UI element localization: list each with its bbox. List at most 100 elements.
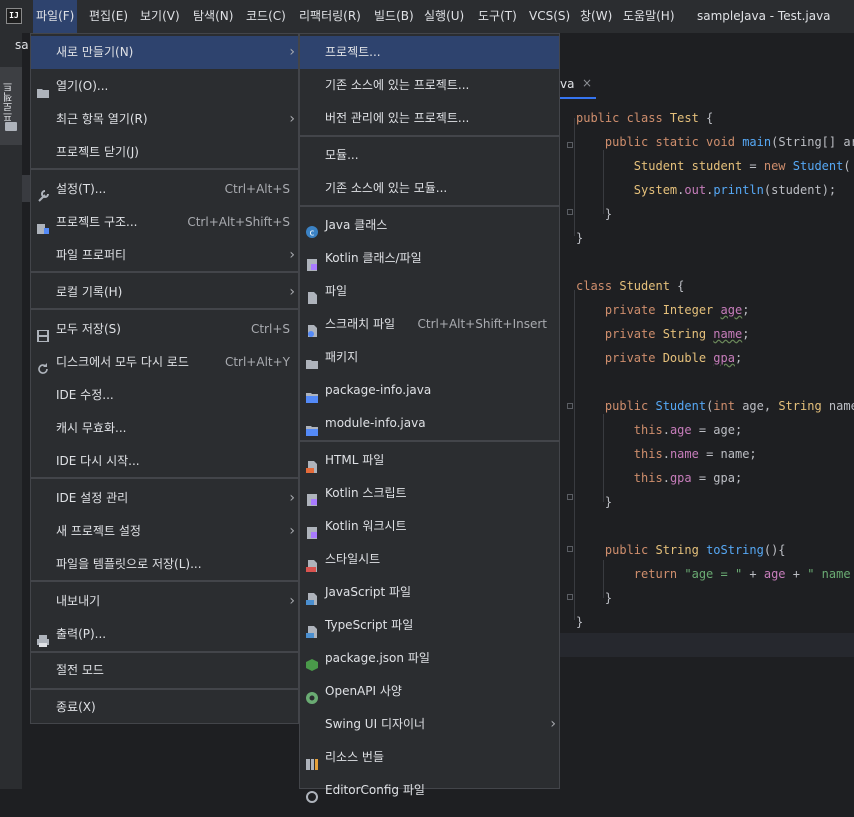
- file-menu-item-1[interactable]: 열기(O)...: [31, 70, 298, 103]
- code-token: public static void: [604, 135, 743, 149]
- fold-marker-icon[interactable]: [567, 209, 573, 215]
- file-menu-item-5[interactable]: 프로젝트 구조... Ctrl+Alt+Shift+S: [31, 206, 298, 239]
- code-line[interactable]: this.name = name;: [576, 442, 757, 466]
- menubar-item-1[interactable]: 편집(E): [86, 0, 131, 33]
- reload-icon: [36, 356, 50, 374]
- chevron-right-icon: ›: [289, 523, 295, 539]
- new-menu-item-14[interactable]: Kotlin 워크시트: [300, 510, 559, 543]
- new-menu-item-15[interactable]: 스타일시트: [300, 543, 559, 576]
- new-menu-item-3[interactable]: 모듈...: [300, 139, 559, 172]
- menubar-item-6[interactable]: 빌드(B): [371, 0, 417, 33]
- menubar-item-9[interactable]: VCS(S): [526, 0, 573, 33]
- new-menu-item-2[interactable]: 버전 관리에 있는 프로젝트...: [300, 102, 559, 135]
- fold-marker-icon[interactable]: [567, 494, 573, 500]
- file-menu-item-19[interactable]: 종료(X): [31, 691, 298, 724]
- menubar-item-2[interactable]: 보기(V): [137, 0, 183, 33]
- close-tab-icon[interactable]: ×: [582, 76, 592, 90]
- new-menu-item-0[interactable]: 프로젝트...: [300, 36, 559, 69]
- menubar-item-7[interactable]: 실행(U): [421, 0, 467, 33]
- file-menu-item-4[interactable]: 설정(T)... Ctrl+Alt+S: [31, 173, 298, 206]
- file-menu-item-14[interactable]: 새 프로젝트 설정 ›: [31, 515, 298, 548]
- menubar-item-0[interactable]: 파일(F): [33, 0, 78, 33]
- menu-separator: [31, 271, 298, 273]
- fold-marker-icon[interactable]: [567, 594, 573, 600]
- file-menu-item-9[interactable]: 디스크에서 모두 다시 로드 Ctrl+Alt+Y: [31, 346, 298, 379]
- menubar-item-4[interactable]: 코드(C): [243, 0, 289, 33]
- code-line[interactable]: public static void main(String[] ar: [576, 130, 854, 154]
- code-line[interactable]: }: [576, 226, 583, 250]
- file-menu-item-18[interactable]: 절전 모드: [31, 654, 298, 687]
- new-menu-item-13[interactable]: Kotlin 스크립트: [300, 477, 559, 510]
- file-menu-item-15[interactable]: 파일을 템플릿으로 저장(L)...: [31, 548, 298, 581]
- new-menu-item-1[interactable]: 기존 소스에 있는 프로젝트...: [300, 69, 559, 102]
- new-menu-item-5[interactable]: c Java 클래스: [300, 209, 559, 242]
- file-menu-item-10[interactable]: IDE 수정...: [31, 379, 298, 412]
- new-menu-item-16[interactable]: JavaScript 파일: [300, 576, 559, 609]
- menubar-item-5[interactable]: 리팩터링(R): [296, 0, 364, 33]
- code-line[interactable]: }: [576, 586, 612, 610]
- new-menu-item-8[interactable]: 스크래치 파일 Ctrl+Alt+Shift+Insert: [300, 308, 559, 341]
- new-menu-item-12[interactable]: HTML 파일: [300, 444, 559, 477]
- intellij-logo-icon[interactable]: IJ: [6, 8, 22, 24]
- file-menu-item-13[interactable]: IDE 설정 관리 ›: [31, 482, 298, 515]
- code-line[interactable]: public class Test {: [576, 106, 713, 130]
- code-line[interactable]: System.out.println(student);: [576, 178, 836, 202]
- new-menu-item-19[interactable]: OpenAPI 사양: [300, 675, 559, 708]
- code-token: class: [576, 279, 620, 293]
- new-menu-item-7[interactable]: 파일: [300, 275, 559, 308]
- code-line[interactable]: return "age = " + age + " name =: [576, 562, 854, 586]
- menubar-item-11[interactable]: 도움말(H): [620, 0, 678, 33]
- new-menu-item-9[interactable]: 패키지: [300, 341, 559, 374]
- new-menu-item-17[interactable]: TypeScript 파일: [300, 609, 559, 642]
- new-menu-item-21[interactable]: 리소스 번들: [300, 741, 559, 774]
- code-token: private: [604, 351, 663, 365]
- code-line[interactable]: this.age = age;: [576, 418, 742, 442]
- file-menu-item-7[interactable]: 로컬 기록(H) ›: [31, 276, 298, 309]
- new-menu-item-11[interactable]: module-info.java: [300, 407, 559, 440]
- file-menu-item-11[interactable]: 캐시 무효화...: [31, 412, 298, 445]
- indent-guide: [574, 118, 575, 236]
- new-menu-item-label: module-info.java: [325, 416, 426, 430]
- package-info-icon: [305, 384, 319, 403]
- menubar-item-10[interactable]: 창(W): [577, 0, 615, 33]
- file-menu-item-16[interactable]: 내보내기 ›: [31, 585, 298, 618]
- fold-marker-icon[interactable]: [567, 546, 573, 552]
- file-menu-item-12[interactable]: IDE 다시 시작...: [31, 445, 298, 478]
- code-line[interactable]: }: [576, 490, 612, 514]
- new-menu-item-20[interactable]: Swing UI 디자이너 ›: [300, 708, 559, 741]
- new-menu-item-22[interactable]: EditorConfig 파일: [300, 774, 559, 807]
- menubar-item-3[interactable]: 탐색(N): [190, 0, 236, 33]
- code-line[interactable]: private Double gpa;: [576, 346, 742, 370]
- code-token: name,: [828, 399, 854, 413]
- file-menu-item-label: 종료(X): [56, 700, 96, 714]
- code-line[interactable]: private String name;: [576, 322, 750, 346]
- code-line[interactable]: }: [576, 610, 583, 634]
- code-line[interactable]: class Student {: [576, 274, 684, 298]
- new-menu-item-18[interactable]: package.json 파일: [300, 642, 559, 675]
- file-menu-item-3[interactable]: 프로젝트 닫기(J): [31, 136, 298, 169]
- code-line[interactable]: this.gpa = gpa;: [576, 466, 742, 490]
- code-token: +: [785, 567, 808, 581]
- new-menu-item-10[interactable]: package-info.java: [300, 374, 559, 407]
- file-menu-item-0[interactable]: 새로 만들기(N) ›: [31, 36, 298, 69]
- code-line[interactable]: public Student(int age, String name,: [576, 394, 854, 418]
- fold-marker-icon[interactable]: [567, 142, 573, 148]
- fold-marker-icon[interactable]: [567, 403, 573, 409]
- code-line[interactable]: Student student = new Student( a: [576, 154, 854, 178]
- file-menu-item-2[interactable]: 최근 항목 열기(R) ›: [31, 103, 298, 136]
- menubar-item-8[interactable]: 도구(T): [475, 0, 520, 33]
- code-token: ( a: [843, 159, 851, 173]
- file-menu-item-8[interactable]: 모두 저장(S) Ctrl+S: [31, 313, 298, 346]
- code-line[interactable]: public String toString(){: [576, 538, 786, 562]
- file-menu-item-6[interactable]: 파일 프로퍼티 ›: [31, 239, 298, 272]
- code-line[interactable]: private Integer age;: [576, 298, 750, 322]
- file-menu-item-17[interactable]: 출력(P)...: [31, 618, 298, 651]
- new-menu-item-4[interactable]: 기존 소스에 있는 모듈...: [300, 172, 559, 205]
- file-menu-item-label: 모두 저장(S): [56, 322, 121, 336]
- new-menu-item-6[interactable]: Kotlin 클래스/파일: [300, 242, 559, 275]
- editor-tab-label: va: [560, 77, 575, 91]
- editor-tab-test-java[interactable]: va ×: [560, 72, 596, 98]
- code-line[interactable]: }: [576, 202, 612, 226]
